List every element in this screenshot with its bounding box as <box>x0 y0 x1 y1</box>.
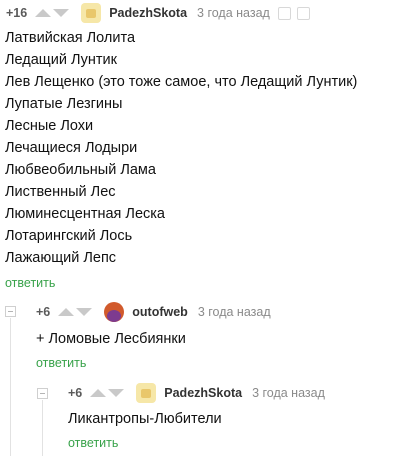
comment-line: Лажающий Лепс <box>5 250 117 266</box>
comment-line: Латвийская Лолита <box>5 30 136 46</box>
comment-line: Лечащиеся Лодыри <box>5 140 138 156</box>
timestamp[interactable]: 3 года назад <box>197 6 270 20</box>
comment-header: +6 PadezhSkota 3 года назад <box>68 383 325 403</box>
comment-header: +6 outofweb 3 года назад <box>36 302 271 322</box>
rating: +6 <box>36 305 51 319</box>
comment-line: + Ломовые Лесбиянки <box>36 331 186 347</box>
author-name[interactable]: PadezhSkota <box>164 386 242 400</box>
comment-line: Ликантропы-Любители <box>68 411 222 427</box>
comment-line: Лиственный Лес <box>5 184 116 200</box>
comment-line: Любвеобильный Лама <box>5 162 156 178</box>
rating: +16 <box>6 6 28 20</box>
arrow-down-icon[interactable] <box>53 9 70 17</box>
arrow-up-icon[interactable] <box>90 389 107 397</box>
arrow-down-icon[interactable] <box>108 389 125 397</box>
collapse-thread-icon[interactable] <box>5 306 16 317</box>
avatar[interactable] <box>136 383 157 403</box>
reply-link[interactable]: ответить <box>5 276 55 290</box>
thread-line <box>42 400 43 456</box>
thread-line <box>10 318 11 456</box>
comment-line: Лотарингский Лось <box>5 228 133 244</box>
avatar[interactable] <box>104 302 125 322</box>
timestamp[interactable]: 3 года назад <box>198 305 271 319</box>
reply-link[interactable]: ответить <box>36 356 86 370</box>
comment-line: Лев Лещенко (это тоже самое, что Ледащий… <box>5 74 358 90</box>
arrow-up-icon[interactable] <box>35 9 52 17</box>
author-name[interactable]: PadezhSkota <box>109 6 187 20</box>
reply-link[interactable]: ответить <box>68 436 118 450</box>
timestamp[interactable]: 3 года назад <box>252 386 325 400</box>
comment-line: Ледащий Лунтик <box>5 52 117 68</box>
comment-header: +16 PadezhSkota 3 года назад <box>6 3 310 23</box>
avatar[interactable] <box>81 3 102 23</box>
rating: +6 <box>68 386 83 400</box>
comment-line: Лесные Лохи <box>5 118 94 134</box>
comment-line: Люминесцентная Леска <box>5 206 165 222</box>
comment-line: Лупатые Лезгины <box>5 96 123 112</box>
arrow-up-icon[interactable] <box>58 308 75 316</box>
save-icon[interactable] <box>296 6 310 20</box>
collapse-thread-icon[interactable] <box>37 388 48 399</box>
arrow-down-icon[interactable] <box>76 308 93 316</box>
more-icon[interactable] <box>277 6 291 20</box>
author-name[interactable]: outofweb <box>132 305 188 319</box>
